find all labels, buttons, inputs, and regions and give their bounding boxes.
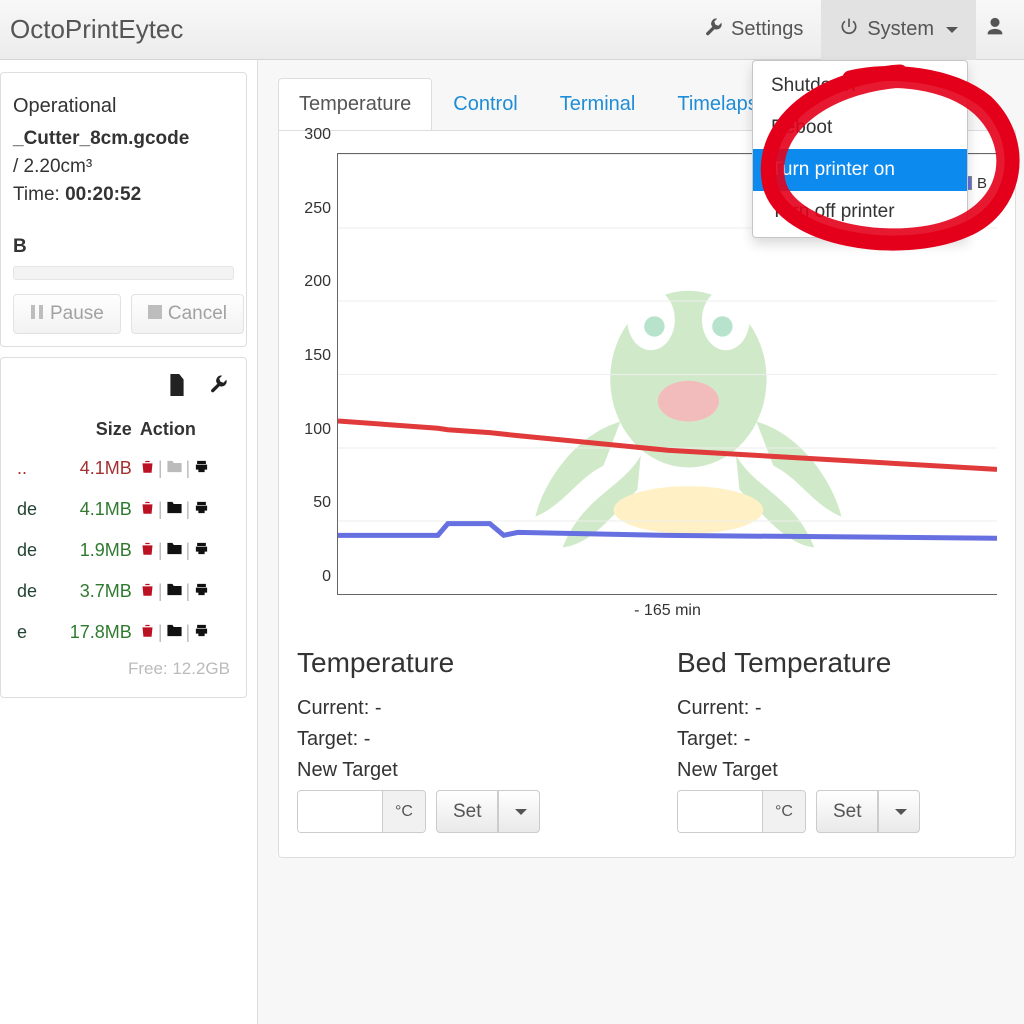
- pause-button[interactable]: Pause: [13, 294, 121, 334]
- file-size: 4.1MB: [48, 489, 136, 530]
- user-icon: [984, 16, 1006, 44]
- file-row: e17.8MB||: [13, 612, 234, 653]
- chart-x-center-label: - 165 min: [634, 602, 701, 620]
- y-tick-label: 250: [304, 200, 331, 218]
- free-space: Free: 12.2GB: [13, 653, 234, 685]
- pause-icon: [30, 303, 44, 325]
- wrench-small-icon[interactable]: [208, 374, 228, 401]
- stop-icon: [148, 303, 162, 325]
- file-name[interactable]: de: [13, 571, 48, 612]
- tab-terminal[interactable]: Terminal: [539, 78, 657, 130]
- print-icon[interactable]: [193, 499, 210, 520]
- file-size: 3.7MB: [48, 571, 136, 612]
- trash-icon[interactable]: [140, 581, 155, 602]
- tab-control[interactable]: Control: [432, 78, 538, 130]
- system-dropdown: ShutdownRebootTurn printer onTurn off pr…: [752, 60, 968, 238]
- degree-unit: °C: [382, 791, 425, 832]
- trash-icon[interactable]: [140, 499, 155, 520]
- nav-settings-label: Settings: [731, 18, 803, 41]
- tool-new-target-label: New Target: [297, 759, 617, 782]
- power-icon: [839, 17, 859, 43]
- top-navbar: OctoPrintEytec Settings System ShutdownR…: [0, 0, 1024, 60]
- cancel-button[interactable]: Cancel: [131, 294, 244, 334]
- tool-set-dropdown[interactable]: [498, 790, 540, 833]
- bed-set-button[interactable]: Set: [816, 790, 879, 833]
- caret-down-icon: [515, 809, 527, 815]
- tool-target-input[interactable]: [298, 791, 382, 832]
- app-title: OctoPrintEytec: [10, 14, 183, 45]
- system-menu-item[interactable]: Shutdown: [753, 65, 967, 107]
- folder-icon[interactable]: [166, 581, 183, 602]
- print-icon[interactable]: [193, 581, 210, 602]
- bed-set-dropdown[interactable]: [878, 790, 920, 833]
- print-time: Time: 00:20:52: [13, 184, 234, 206]
- caret-down-icon: [895, 809, 907, 815]
- folder-icon[interactable]: [166, 458, 183, 479]
- sidebar: Operational _Cutter_8cm.gcode / 2.20cm³ …: [0, 60, 258, 1024]
- trash-icon[interactable]: [140, 622, 155, 643]
- file-row: ..4.1MB||: [13, 448, 234, 489]
- size-header: Size: [48, 411, 136, 448]
- folder-icon[interactable]: [166, 622, 183, 643]
- file-size: 1.9MB: [48, 530, 136, 571]
- degree-unit: °C: [762, 791, 805, 832]
- folder-icon[interactable]: [166, 499, 183, 520]
- y-tick-label: 300: [304, 126, 331, 144]
- system-menu-item[interactable]: Turn printer on: [753, 149, 967, 191]
- file-name[interactable]: e: [13, 612, 48, 653]
- size-suffix: B: [13, 236, 234, 258]
- tool-current-row: Current: -: [297, 697, 617, 720]
- file-row: de4.1MB||: [13, 489, 234, 530]
- bed-target-input[interactable]: [678, 791, 762, 832]
- file-name[interactable]: de: [13, 489, 48, 530]
- file-row: de1.9MB||: [13, 530, 234, 571]
- bed-temperature-block: Bed Temperature Current: - Target: - New…: [677, 641, 997, 833]
- file-name[interactable]: ..: [13, 448, 48, 489]
- file-row: de3.7MB||: [13, 571, 234, 612]
- print-icon[interactable]: [193, 540, 210, 561]
- temperature-tab-content: A B 050100150200250300: [278, 131, 1016, 858]
- tool-target-input-group: °C: [297, 790, 426, 833]
- print-icon[interactable]: [193, 458, 210, 479]
- nav-user[interactable]: [976, 0, 1014, 60]
- tool-temp-heading: Temperature: [297, 647, 617, 679]
- y-tick-label: 50: [313, 494, 331, 512]
- bed-target-row: Target: -: [677, 728, 997, 751]
- nav-system-label: System: [867, 18, 934, 41]
- tab-temperature[interactable]: Temperature: [278, 78, 432, 130]
- filament-usage: / 2.20cm³: [13, 156, 234, 178]
- y-tick-label: 200: [304, 273, 331, 291]
- bed-current-row: Current: -: [677, 697, 997, 720]
- file-name[interactable]: de: [13, 530, 48, 571]
- y-tick-label: 100: [304, 421, 331, 439]
- trash-icon[interactable]: [140, 458, 155, 479]
- printer-state: Operational: [13, 95, 234, 118]
- status-panel: Operational _Cutter_8cm.gcode / 2.20cm³ …: [0, 72, 247, 347]
- file-icon[interactable]: [168, 374, 186, 401]
- tool-temperature-block: Temperature Current: - Target: - New Tar…: [297, 641, 617, 833]
- file-size: 17.8MB: [48, 612, 136, 653]
- file-size: 4.1MB: [48, 448, 136, 489]
- trash-icon[interactable]: [140, 540, 155, 561]
- tool-target-row: Target: -: [297, 728, 617, 751]
- caret-down-icon: [946, 27, 958, 33]
- loaded-file: _Cutter_8cm.gcode: [13, 128, 234, 150]
- files-panel: Size Action ..4.1MB||de4.1MB||de1.9MB||d…: [0, 357, 247, 698]
- system-menu-item[interactable]: Reboot: [753, 107, 967, 149]
- y-tick-label: 150: [304, 347, 331, 365]
- bed-target-input-group: °C: [677, 790, 806, 833]
- files-table: Size Action ..4.1MB||de4.1MB||de1.9MB||d…: [13, 411, 234, 653]
- folder-icon[interactable]: [166, 540, 183, 561]
- bed-temp-heading: Bed Temperature: [677, 647, 997, 679]
- nav-settings[interactable]: Settings: [685, 0, 821, 60]
- system-menu-item[interactable]: Turn off printer: [753, 191, 967, 233]
- bed-new-target-label: New Target: [677, 759, 997, 782]
- y-tick-label: 0: [322, 568, 331, 586]
- print-icon[interactable]: [193, 622, 210, 643]
- wrench-icon: [703, 17, 723, 43]
- progress-bar: [13, 266, 234, 280]
- nav-system[interactable]: System: [821, 0, 976, 60]
- tool-set-button[interactable]: Set: [436, 790, 499, 833]
- action-header: Action: [136, 411, 234, 448]
